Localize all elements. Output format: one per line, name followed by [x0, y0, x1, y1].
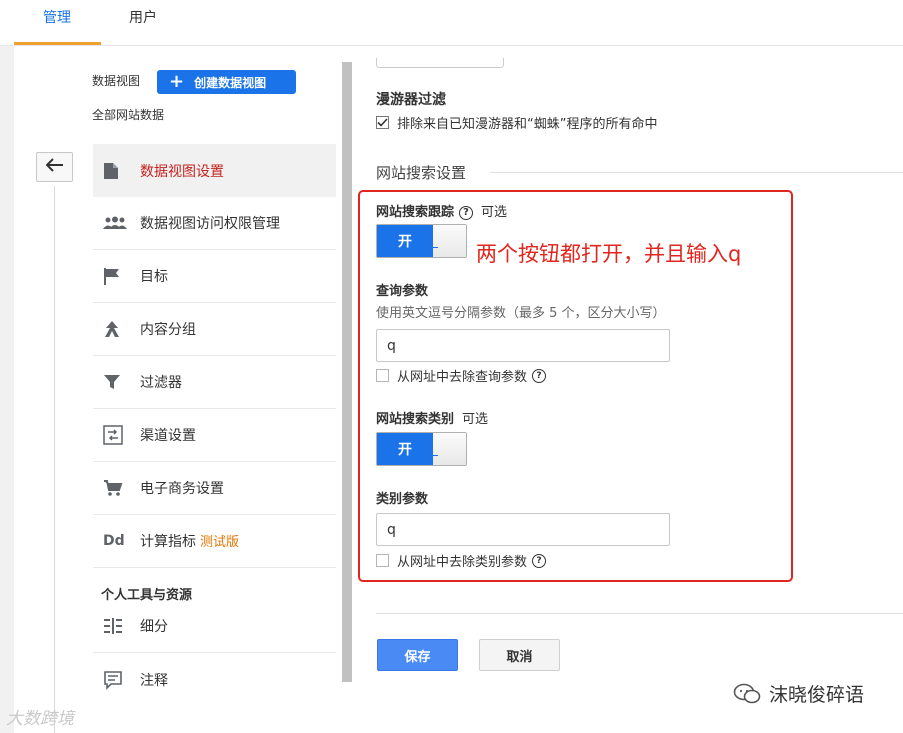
watermark-right: 沫晓俊碎语 — [733, 680, 864, 707]
sidebar-item-label: 注释 — [140, 672, 168, 689]
content-grouping-icon — [93, 320, 127, 338]
cancel-button[interactable]: 取消 — [479, 639, 560, 671]
sidebar-item-label: 过滤器 — [140, 375, 182, 391]
sidebar-item-segments[interactable]: 细分 — [93, 600, 336, 653]
toggle-on-label: 开 — [377, 433, 433, 465]
site-search-category-label: 网站搜索类别 可选 — [376, 412, 489, 427]
sidebar-item-label: 细分 — [140, 619, 168, 635]
strip-category-label: 从网址中去除类别参数 — [397, 555, 528, 570]
sidebar-item-label: 数据视图访问权限管理 — [140, 216, 280, 232]
sidebar-scrollbar[interactable] — [342, 62, 352, 682]
document-icon — [93, 162, 127, 180]
query-param-hint: 使用英文逗号分隔参数（最多 5 个，区分大小写） — [376, 306, 666, 321]
site-search-category-toggle[interactable]: 开 — [376, 432, 467, 466]
help-icon[interactable]: ? — [532, 368, 547, 383]
sidebar-item-label: 计算指标 测试版 — [140, 534, 240, 550]
category-param-label: 类别参数 — [376, 492, 429, 507]
sidebar-item-annotations[interactable]: 注释 — [93, 653, 336, 706]
annotation-text: 两个按钮都打开，并且输入q — [476, 242, 742, 266]
sidebar-item-view-settings[interactable]: 数据视图设置 — [93, 144, 336, 197]
site-search-tracking-toggle[interactable]: 开 — [376, 224, 467, 258]
annotation-icon — [93, 670, 127, 690]
query-param-input[interactable]: q — [376, 329, 670, 362]
help-icon[interactable]: ? — [459, 205, 474, 220]
sidebar-item-label: 目标 — [140, 269, 168, 285]
bot-filter-checkbox[interactable] — [376, 116, 389, 129]
segments-icon — [93, 617, 127, 635]
view-label: 数据视图 — [92, 74, 141, 88]
tab-admin[interactable]: 管理 — [43, 0, 71, 46]
watermark-right-text: 沫晓俊碎语 — [769, 684, 865, 706]
strip-query-label: 从网址中去除查询参数 — [397, 370, 528, 385]
back-guide-line — [54, 186, 55, 733]
section-divider — [490, 172, 903, 173]
actions-divider — [376, 613, 903, 614]
clipped-field-fragment — [376, 58, 504, 68]
cart-icon — [93, 479, 127, 497]
site-search-section-title: 网站搜索设置 — [376, 164, 467, 182]
flag-icon — [93, 267, 127, 285]
create-view-button[interactable]: + 创建数据视图 — [157, 70, 296, 94]
sidebar-item-label: 电子商务设置 — [140, 481, 224, 497]
sidebar-item-label: 数据视图设置 — [140, 163, 224, 180]
optional-label: 可选 — [481, 205, 508, 220]
strip-query-checkbox[interactable] — [376, 369, 389, 382]
create-view-label: 创建数据视图 — [194, 75, 267, 90]
wechat-icon — [733, 683, 761, 705]
active-tab-indicator — [14, 42, 101, 45]
sidebar-item-channel-settings[interactable]: 渠道设置 — [93, 409, 336, 462]
sidebar-item-calculated-metrics[interactable]: Dd 计算指标 测试版 — [93, 515, 336, 568]
beta-badge: 测试版 — [200, 535, 240, 550]
help-icon[interactable]: ? — [532, 553, 547, 568]
top-tab-bar: 管理 用户 — [0, 0, 903, 46]
bot-filter-row: 排除来自已知漫游器和“蜘蛛”程序的所有命中 — [376, 113, 657, 132]
toggle-knob — [433, 433, 466, 465]
tab-users[interactable]: 用户 — [129, 0, 157, 46]
sidebar-item-access-management[interactable]: 数据视图访问权限管理 — [93, 197, 336, 250]
save-button[interactable]: 保存 — [377, 639, 458, 671]
toggle-on-label: 开 — [377, 225, 433, 257]
strip-category-row: 从网址中去除类别参数 ? — [376, 551, 547, 570]
sidebar-item-filters[interactable]: 过滤器 — [93, 356, 336, 409]
site-search-tracking-label: 网站搜索跟踪? 可选 — [376, 205, 508, 220]
toggle-knob — [433, 225, 466, 257]
arrow-left-icon — [45, 158, 64, 176]
view-selector[interactable]: 全部网站数据 — [92, 106, 164, 123]
bot-filter-label: 排除来自已知漫游器和“蜘蛛”程序的所有命中 — [397, 117, 658, 132]
query-param-label: 查询参数 — [376, 284, 429, 299]
sidebar-item-ecommerce[interactable]: 电子商务设置 — [93, 462, 336, 515]
sidebar-item-label: 内容分组 — [140, 322, 196, 338]
filter-icon — [93, 373, 127, 391]
sidebar-item-label: 渠道设置 — [140, 428, 196, 444]
sidebar-item-goals[interactable]: 目标 — [93, 250, 336, 303]
watermark-left: 大数跨境 — [6, 709, 74, 729]
category-param-input[interactable]: q — [376, 513, 670, 546]
strip-query-row: 从网址中去除查询参数 ? — [376, 366, 547, 385]
channel-settings-icon — [93, 425, 127, 445]
optional-label: 可选 — [462, 412, 489, 427]
bot-filter-title: 漫游器过滤 — [376, 92, 446, 108]
dd-icon: Dd — [103, 533, 125, 549]
back-button[interactable] — [36, 152, 73, 182]
users-icon — [93, 216, 127, 230]
sidebar-item-content-grouping[interactable]: 内容分组 — [93, 303, 336, 356]
left-gutter — [0, 46, 14, 733]
strip-category-checkbox[interactable] — [376, 554, 389, 567]
plus-icon: + — [169, 71, 185, 92]
